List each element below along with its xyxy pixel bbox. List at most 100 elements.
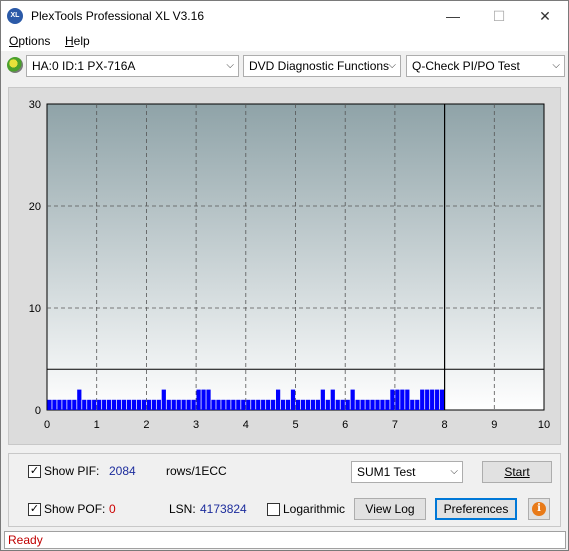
pi-bar: [62, 399, 67, 410]
x-tick-label: 1: [94, 419, 100, 431]
x-tick-label: 6: [342, 419, 348, 431]
status-bar: Ready: [4, 531, 566, 549]
menu-options-label: ptions: [18, 34, 51, 48]
pi-bar: [315, 399, 320, 410]
show-pif-checkbox[interactable]: ✓: [28, 465, 41, 478]
show-pof-label: Show POF:: [44, 502, 106, 516]
rows-ecc-label: rows/1ECC: [166, 464, 227, 478]
x-tick-label: 8: [442, 419, 448, 431]
pi-bar: [400, 389, 405, 410]
pi-bar: [251, 399, 256, 410]
pi-bar: [295, 399, 301, 410]
status-text: Ready: [8, 533, 43, 547]
pi-bar: [310, 399, 316, 410]
info-button[interactable]: i: [528, 498, 550, 520]
pi-bar: [241, 399, 246, 410]
chevron-down-icon: ⌵: [226, 60, 234, 71]
pi-bar: [171, 399, 176, 410]
pi-bar: [375, 399, 380, 410]
pif-value: 2084: [109, 464, 136, 478]
y-tick-label: 0: [35, 405, 41, 417]
y-tick-label: 30: [29, 99, 41, 111]
pi-bar: [186, 399, 191, 410]
x-tick-label: 2: [143, 419, 149, 431]
pi-bar: [275, 389, 281, 410]
menu-help[interactable]: Help: [65, 34, 90, 48]
menu-bar: Options Help: [1, 31, 568, 51]
pi-bar: [285, 399, 291, 410]
pi-bar: [77, 389, 82, 410]
lsn-value: 4173824: [200, 502, 247, 516]
pi-po-chart: 0 1 2 3 4 5 6 7 8 9 10 0 10 20 30: [29, 99, 550, 431]
x-tick-label: 4: [243, 419, 249, 431]
pi-bar: [191, 399, 196, 410]
test-select[interactable]: Q-Check PI/PO Test ⌵: [406, 55, 565, 77]
pi-bar: [370, 399, 375, 410]
pi-bar: [67, 399, 72, 410]
sum-test-select-value: SUM1 Test: [357, 465, 416, 479]
pi-bar: [305, 399, 311, 410]
preferences-button-label: Preferences: [443, 502, 509, 516]
pi-bar: [385, 399, 390, 410]
minimize-button[interactable]: —: [430, 1, 476, 31]
pi-bar: [161, 389, 166, 410]
toolbar: HA:0 ID:1 PX-716A ⌵ DVD Diagnostic Funct…: [1, 51, 568, 81]
pi-bar: [340, 399, 345, 410]
drive-status-icon: [7, 57, 23, 73]
window-title: PlexTools Professional XL V3.16: [31, 9, 204, 23]
pi-bar: [280, 399, 286, 410]
pi-bar: [126, 399, 132, 410]
pi-bar: [176, 399, 181, 410]
function-select[interactable]: DVD Diagnostic Functions ⌵: [243, 55, 401, 77]
pi-bar: [97, 399, 102, 410]
pof-value: 0: [109, 502, 116, 516]
pi-bar: [47, 399, 52, 410]
pi-bar: [266, 399, 271, 410]
pi-bar: [166, 399, 171, 410]
menu-options[interactable]: Options: [9, 34, 50, 48]
x-tick-label: 7: [392, 419, 398, 431]
sum-test-select[interactable]: SUM1 Test ⌵: [351, 461, 463, 483]
start-button[interactable]: Start: [482, 461, 552, 483]
pi-bar: [156, 399, 161, 410]
test-select-value: Q-Check PI/PO Test: [412, 59, 520, 73]
pi-bar: [261, 399, 266, 410]
pi-bar: [380, 399, 385, 410]
pi-bar: [256, 399, 261, 410]
pi-bar: [116, 399, 122, 410]
pi-bar: [350, 389, 355, 410]
x-tick-label: 9: [491, 419, 497, 431]
view-log-button[interactable]: View Log: [354, 498, 426, 520]
show-pof-checkbox[interactable]: ✓: [28, 503, 41, 516]
view-log-button-label: View Log: [365, 502, 415, 516]
pi-bar: [425, 389, 430, 410]
pi-bar: [365, 399, 370, 410]
function-select-value: DVD Diagnostic Functions: [249, 59, 390, 73]
pi-bar: [405, 389, 410, 410]
pi-bar: [430, 389, 435, 410]
pi-bar: [121, 399, 127, 410]
drive-select[interactable]: HA:0 ID:1 PX-716A ⌵: [26, 55, 239, 77]
maximize-button[interactable]: ☐: [476, 1, 522, 31]
pi-bar: [206, 389, 211, 410]
pi-bar: [390, 389, 395, 410]
x-tick-label: 10: [538, 419, 550, 431]
pi-bar: [102, 399, 107, 410]
logarithmic-checkbox[interactable]: [267, 503, 280, 516]
close-button[interactable]: ✕: [522, 1, 568, 31]
pi-bar: [440, 389, 445, 410]
preferences-button[interactable]: Preferences: [435, 498, 517, 520]
pi-bar: [196, 389, 201, 410]
chevron-down-icon: ⌵: [450, 466, 458, 477]
show-pif-label: Show PIF:: [44, 464, 100, 478]
info-icon: i: [532, 502, 546, 516]
pi-bar: [226, 399, 231, 410]
pi-bar: [111, 399, 117, 410]
pi-bar: [151, 399, 156, 410]
pi-bar: [435, 389, 440, 410]
pi-bar: [87, 399, 92, 410]
pi-bar: [221, 399, 226, 410]
pi-bar: [236, 399, 241, 410]
start-button-label: Start: [504, 465, 530, 479]
pi-bar: [335, 399, 340, 410]
